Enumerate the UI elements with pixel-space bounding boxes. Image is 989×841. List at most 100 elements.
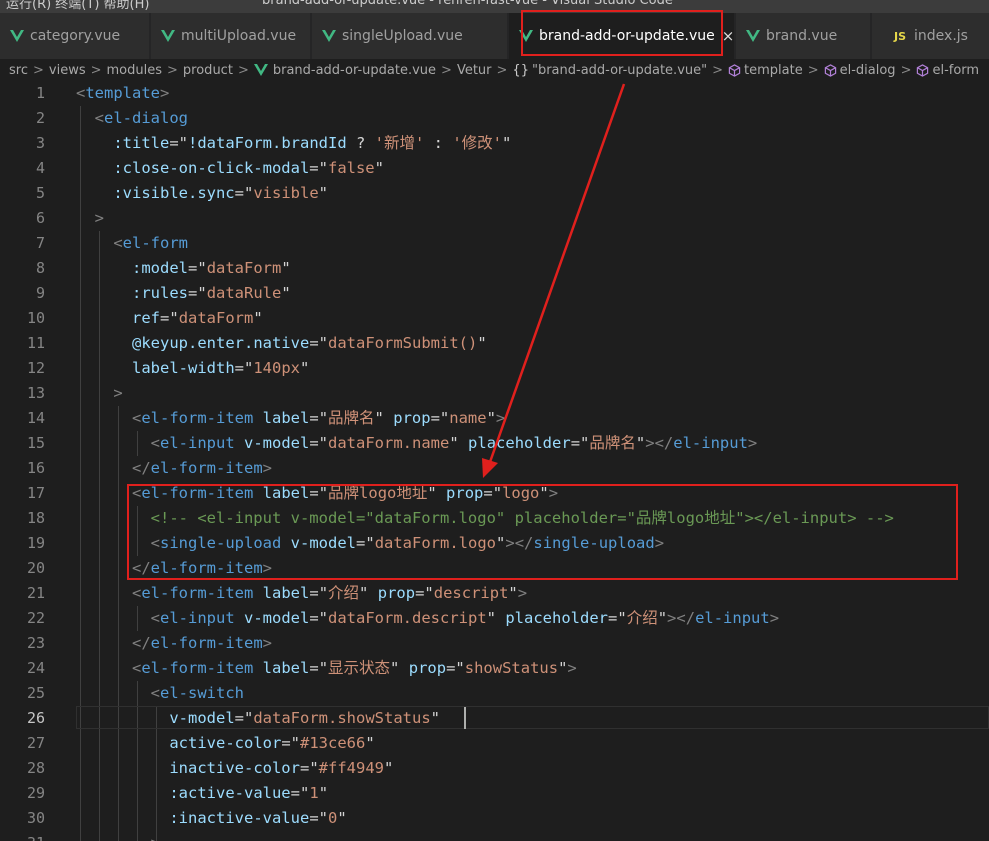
tab-multiupload-vue[interactable]: multiUpload.vue xyxy=(151,13,311,59)
code-line-3[interactable]: 3 :title="!dataForm.brandId ? '新增' : '修改… xyxy=(0,131,989,156)
breadcrumb-separator: > xyxy=(712,62,724,78)
line-number: 18 xyxy=(26,509,45,527)
breadcrumb-item-el-dialog[interactable]: el-dialog xyxy=(824,63,896,78)
line-number: 1 xyxy=(35,84,45,102)
cube-icon xyxy=(824,63,836,77)
tab-label: brand.vue xyxy=(766,28,838,44)
code-text: <el-form-item label="品牌名" prop="name"> xyxy=(132,409,506,427)
line-number: 29 xyxy=(26,784,45,802)
code-line-28[interactable]: 28 inactive-color="#ff4949" xyxy=(0,756,989,781)
code-text: > xyxy=(113,384,123,402)
code-line-5[interactable]: 5 :visible.sync="visible" xyxy=(0,181,989,206)
code-line-1[interactable]: 1 <template> xyxy=(0,81,989,106)
code-text: <el-input v-model="dataForm.descript" pl… xyxy=(150,609,780,627)
code-line-24[interactable]: 24 <el-form-item label="显示状态" prop="show… xyxy=(0,656,989,681)
breadcrumb-el-form-label: el-form xyxy=(932,62,980,78)
code-editor[interactable]: 1 <template> 2 <el-dialog 3 :title="!dataFo… xyxy=(0,81,989,841)
line-number: 14 xyxy=(26,409,45,427)
line-number: 13 xyxy=(26,384,45,402)
code-text: @keyup.enter.native="dataFormSubmit()" xyxy=(132,334,487,352)
breadcrumb-el-dialog-label: el-dialog xyxy=(839,62,896,78)
code-text: :model="dataForm" xyxy=(132,259,291,277)
code-text: <el-dialog xyxy=(94,109,189,127)
tab-bar: category.vue multiUpload.vue singleUploa… xyxy=(0,13,989,59)
line-number: 27 xyxy=(26,734,45,752)
breadcrumb-item-views[interactable]: views xyxy=(49,63,86,78)
code-line-9[interactable]: 9 :rules="dataRule" xyxy=(0,281,989,306)
tab-label: index.js xyxy=(914,28,968,44)
close-icon[interactable]: × xyxy=(722,27,734,45)
cube-icon xyxy=(728,63,741,77)
breadcrumb-item-file[interactable]: brand-add-or-update.vue xyxy=(253,62,437,78)
code-line-12[interactable]: 12 label-width="140px" xyxy=(0,356,989,381)
line-number: 9 xyxy=(35,284,45,302)
line-number: 25 xyxy=(26,684,45,702)
code-line-11[interactable]: 11 @keyup.enter.native="dataFormSubmit()… xyxy=(0,331,989,356)
breadcrumb-item-src[interactable]: src xyxy=(9,63,28,78)
line-number: 23 xyxy=(26,634,45,652)
code-text: label-width="140px" xyxy=(132,359,310,377)
code-line-7[interactable]: 7 <el-form xyxy=(0,231,989,256)
js-file-icon: JS xyxy=(894,29,907,43)
code-line-30[interactable]: 30 :inactive-value="0" xyxy=(0,806,989,831)
tab-category-vue[interactable]: category.vue xyxy=(0,13,150,59)
breadcrumb-item-vetur[interactable]: Vetur xyxy=(457,63,492,78)
code-text: <el-form-item label="显示状态" prop="showSta… xyxy=(132,659,577,677)
code-line-27[interactable]: 27 active-color="#13ce66" xyxy=(0,731,989,756)
line-number: 15 xyxy=(26,434,45,452)
breadcrumb-item-modules[interactable]: modules xyxy=(107,63,163,78)
code-line-21[interactable]: 21 <el-form-item label="介绍" prop="descri… xyxy=(0,581,989,606)
code-line-6[interactable]: 6 > xyxy=(0,206,989,231)
breadcrumb-item-template[interactable]: template xyxy=(728,63,803,78)
code-line-16[interactable]: 16 </el-form-item> xyxy=(0,456,989,481)
code-text: :active-value="1" xyxy=(169,784,329,802)
code-text: :visible.sync="visible" xyxy=(113,184,329,202)
code-line-2[interactable]: 2 <el-dialog xyxy=(0,106,989,131)
annotation-box-logo-form-item xyxy=(127,484,958,580)
breadcrumb-template-label: template xyxy=(744,62,803,78)
code-text: <template> xyxy=(76,84,170,102)
code-line-23[interactable]: 23 </el-form-item> xyxy=(0,631,989,656)
code-line-31[interactable]: 31 > xyxy=(0,831,989,841)
code-line-4[interactable]: 4 :close-on-click-modal="false" xyxy=(0,156,989,181)
menu-bar[interactable]: 运行(R) 终端(T) 帮助(H) xyxy=(6,0,149,12)
code-line-29[interactable]: 29 :active-value="1" xyxy=(0,781,989,806)
code-line-10[interactable]: 10 ref="dataForm" xyxy=(0,306,989,331)
code-line-8[interactable]: 8 :model="dataForm" xyxy=(0,256,989,281)
breadcrumb-item-el-form[interactable]: el-form xyxy=(916,63,979,78)
code-line-26[interactable]: 26 v-model="dataForm.showStatus" xyxy=(0,706,989,731)
code-text: :inactive-value="0" xyxy=(169,809,347,827)
code-line-14[interactable]: 14 <el-form-item label="品牌名" prop="name"… xyxy=(0,406,989,431)
tab-brand-vue[interactable]: brand.vue xyxy=(736,13,871,59)
line-number: 8 xyxy=(35,259,45,277)
tab-singleupload-vue[interactable]: singleUpload.vue xyxy=(312,13,508,59)
code-text: ref="dataForm" xyxy=(132,309,263,327)
code-text: inactive-color="#ff4949" xyxy=(169,759,394,777)
text-cursor xyxy=(464,707,466,729)
line-number: 21 xyxy=(26,584,45,602)
code-text: <el-input v-model="dataForm.name" placeh… xyxy=(150,434,758,452)
code-line-22[interactable]: 22 <el-input v-model="dataForm.descript"… xyxy=(0,606,989,631)
vue-icon xyxy=(322,30,336,42)
breadcrumb-separator: > xyxy=(496,62,508,78)
line-number: 6 xyxy=(35,209,45,227)
title-bar: 运行(R) 终端(T) 帮助(H) brand-add-or-update.vu… xyxy=(0,0,989,13)
code-text: > xyxy=(76,831,160,841)
window-title: brand-add-or-update.vue - renren-fast-vu… xyxy=(262,0,673,8)
code-line-15[interactable]: 15 <el-input v-model="dataForm.name" pla… xyxy=(0,431,989,456)
annotation-box-active-tab xyxy=(521,10,723,56)
breadcrumb-item-product[interactable]: product xyxy=(183,63,233,78)
code-line-25[interactable]: 25 <el-switch xyxy=(0,681,989,706)
code-text: :title="!dataForm.brandId ? '新增' : '修改'" xyxy=(113,134,512,152)
breadcrumb-module-label: "brand-add-or-update.vue" xyxy=(531,62,708,78)
breadcrumb-item-module[interactable]: {} "brand-add-or-update.vue" xyxy=(512,63,707,78)
vue-icon xyxy=(10,30,24,42)
line-number: 4 xyxy=(35,159,45,177)
code-text: v-model="dataForm.showStatus" xyxy=(169,709,440,727)
code-text: </el-form-item> xyxy=(132,634,272,652)
code-line-13[interactable]: 13 > xyxy=(0,381,989,406)
breadcrumb-file-label: brand-add-or-update.vue xyxy=(272,62,437,78)
vue-icon xyxy=(161,30,175,42)
breadcrumb-separator: > xyxy=(807,62,819,78)
tab-index-js[interactable]: JS index.js xyxy=(872,13,989,59)
